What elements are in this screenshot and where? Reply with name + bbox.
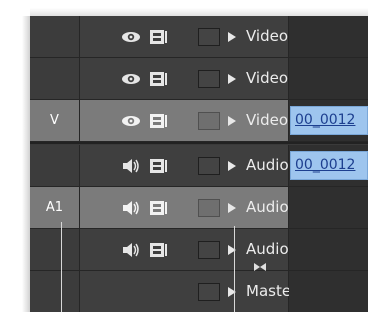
lock-toggle-video2[interactable] [198, 70, 220, 88]
lock-toggle-video3[interactable] [198, 28, 220, 46]
film-sync-icon[interactable] [148, 199, 170, 217]
clip-name: 00_0012 [295, 112, 356, 128]
speaker-icon[interactable] [120, 199, 142, 217]
bowtie-icon[interactable] [254, 262, 266, 275]
lock-toggle-audio1[interactable] [198, 157, 220, 175]
expand-triangle-icon[interactable] [228, 161, 236, 171]
lock-toggle-master[interactable] [198, 283, 220, 301]
source-patch-video2[interactable] [30, 58, 80, 99]
callout-line-header [234, 226, 235, 312]
track-header-audio1: Audio 1 [80, 145, 289, 215]
eye-icon[interactable] [120, 28, 142, 46]
expand-triangle-icon[interactable] [228, 32, 236, 42]
lock-toggle-audio2[interactable] [198, 199, 220, 217]
eye-icon[interactable] [120, 112, 142, 130]
speaker-icon[interactable] [120, 157, 142, 175]
film-sync-icon[interactable] [148, 112, 170, 130]
film-sync-icon[interactable] [148, 70, 170, 88]
callout-line-source [61, 222, 62, 312]
eye-icon[interactable] [120, 70, 142, 88]
lock-toggle-video1[interactable] [198, 112, 220, 130]
lock-toggle-audio3[interactable] [198, 241, 220, 259]
track-content-master[interactable] [289, 271, 368, 312]
video-audio-separator [30, 142, 368, 144]
track-header-video3: Video 3 [80, 16, 289, 86]
clip-video1[interactable]: 00_0012 [290, 106, 368, 135]
track-header-video1: Video 1 [80, 100, 289, 170]
track-content-audio3[interactable] [289, 229, 368, 270]
track-row-video2: Video 2 [30, 58, 368, 128]
panel-left-shadow [22, 16, 30, 312]
track-row-master: Master [30, 271, 368, 312]
track-label-video3: Video 3 [246, 27, 289, 86]
track-row-audio1: Audio 1 00_0012 [30, 145, 368, 215]
source-patch-audio2[interactable]: A1 [30, 187, 80, 228]
track-label-audio2: Audio 2 [246, 198, 289, 257]
track-label-video2: Video 2 [246, 69, 289, 128]
track-row-video3: Video 3 [30, 16, 368, 86]
track-content-video2[interactable] [289, 58, 368, 99]
film-sync-icon[interactable] [148, 157, 170, 175]
track-header-video2: Video 2 [80, 58, 289, 128]
film-sync-icon[interactable] [148, 28, 170, 46]
speaker-icon[interactable] [120, 241, 142, 259]
film-sync-icon[interactable] [148, 241, 170, 259]
track-label-audio3: Audio 3 [246, 240, 289, 299]
source-patch-audio1[interactable] [30, 145, 80, 186]
track-header-master: Master [80, 271, 297, 312]
track-label-audio1: Audio 1 [246, 156, 289, 215]
source-patch-video3[interactable] [30, 16, 80, 57]
track-header-audio2: Audio 2 [80, 187, 289, 257]
clip-audio1[interactable]: 00_0012 [290, 151, 368, 180]
expand-triangle-icon[interactable] [228, 74, 236, 84]
track-content-video3[interactable] [289, 16, 368, 57]
track-row-audio3: Audio 3 [30, 229, 368, 299]
track-label-video1: Video 1 [246, 111, 289, 170]
expand-triangle-icon[interactable] [228, 116, 236, 126]
source-patch-master [30, 271, 80, 312]
track-row-audio2: A1 Audio 2 [30, 187, 368, 257]
timeline-track-panel: Video 3 Video 2 V [30, 16, 368, 312]
track-row-video1: V Video 1 00_0012 [30, 100, 368, 170]
source-patch-video1[interactable]: V [30, 100, 80, 141]
track-content-audio2[interactable] [289, 187, 368, 228]
source-patch-audio3[interactable] [30, 229, 80, 270]
expand-triangle-icon[interactable] [228, 203, 236, 213]
clip-name: 00_0012 [295, 157, 356, 173]
